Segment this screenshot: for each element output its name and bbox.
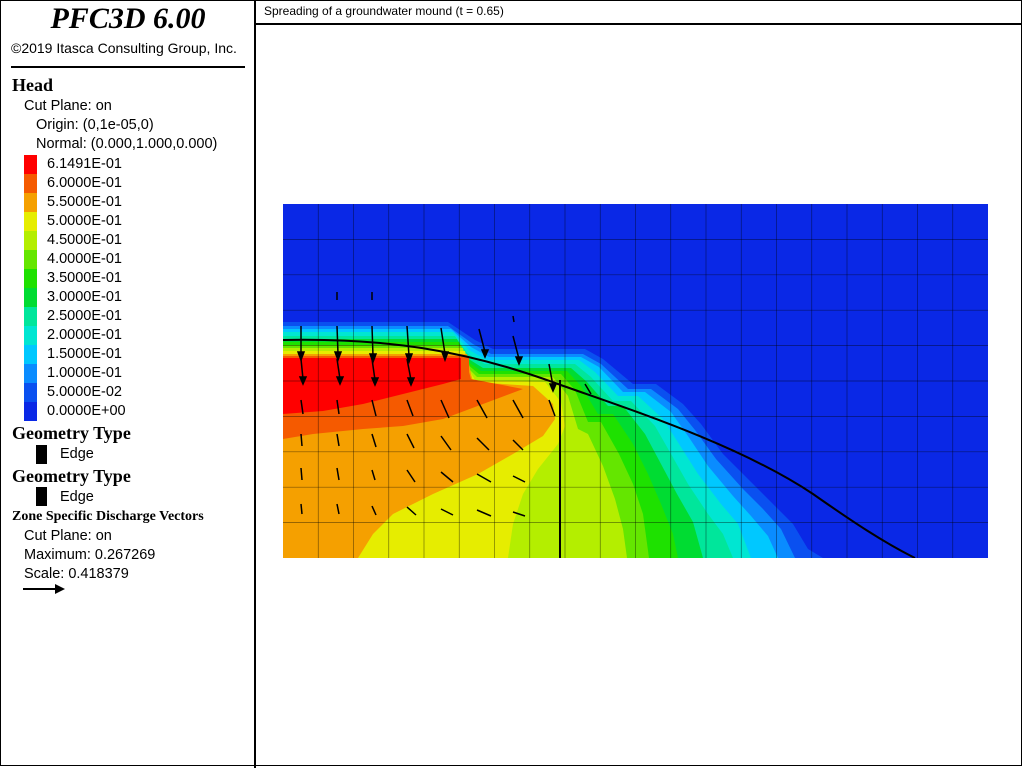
contour-label: 3.5000E-01 <box>47 270 122 286</box>
head-normal: Normal: (0.000,1.000,0.000) <box>36 136 218 152</box>
contour-swatch <box>24 212 37 231</box>
contour-label: 4.0000E-01 <box>47 251 122 267</box>
contour-swatch <box>24 269 37 288</box>
contour-plot <box>283 204 988 558</box>
title-divider <box>11 66 245 68</box>
contour-label: 2.5000E-01 <box>47 308 122 324</box>
contour-swatch <box>24 174 37 193</box>
head-legend-heading: Head <box>12 75 54 95</box>
contour-swatch <box>24 250 37 269</box>
contour-label: 3.0000E-01 <box>47 289 122 305</box>
plot-title: Spreading of a groundwater mound (t = 0.… <box>264 4 504 18</box>
discharge-scale: Scale: 0.418379 <box>24 566 129 582</box>
contour-label: 1.0000E-01 <box>47 365 122 381</box>
discharge-cut-plane: Cut Plane: on <box>24 528 112 544</box>
legend-panel: PFC3D 6.00 ©2019 Itasca Consulting Group… <box>0 0 256 768</box>
contour-swatch <box>24 345 37 364</box>
contour-label: 1.5000E-01 <box>47 346 122 362</box>
geometry-edge-label-1: Edge <box>60 446 94 462</box>
contour-swatch <box>24 288 37 307</box>
contour-swatch <box>24 155 37 174</box>
contour-label: 5.0000E-02 <box>47 384 122 400</box>
contour-label: 6.0000E-01 <box>47 175 122 191</box>
contour-label: 2.0000E-01 <box>47 327 122 343</box>
contour-label: 0.0000E+00 <box>47 403 126 419</box>
app-title: PFC3D 6.00 <box>50 2 206 35</box>
head-contour-canvas <box>283 204 988 558</box>
mesh-grid <box>283 204 988 558</box>
contour-swatch <box>24 193 37 212</box>
edge-swatch-1 <box>36 445 47 464</box>
contour-swatch <box>24 364 37 383</box>
copyright-text: ©2019 Itasca Consulting Group, Inc. <box>11 40 237 56</box>
contour-swatch <box>24 326 37 345</box>
geometry-type-heading-1: Geometry Type <box>12 423 131 443</box>
head-cut-plane: Cut Plane: on <box>24 98 112 114</box>
contour-label: 5.0000E-01 <box>47 213 122 229</box>
contour-swatch <box>24 402 37 421</box>
contour-swatch <box>24 231 37 250</box>
head-origin: Origin: (0,1e-05,0) <box>36 117 154 133</box>
contour-swatch <box>24 307 37 326</box>
edge-swatch-2 <box>36 487 47 506</box>
discharge-vectors-heading: Zone Specific Discharge Vectors <box>12 509 204 524</box>
geometry-edge-label-2: Edge <box>60 489 94 505</box>
geometry-type-heading-2: Geometry Type <box>12 466 131 486</box>
contour-label: 6.1491E-01 <box>47 156 122 172</box>
discharge-maximum: Maximum: 0.267269 <box>24 547 156 563</box>
contour-label: 5.5000E-01 <box>47 194 122 210</box>
contour-swatch <box>24 383 37 402</box>
vector-scale-arrow-icon <box>23 584 65 594</box>
plot-header-bar: Spreading of a groundwater mound (t = 0.… <box>256 0 1022 25</box>
contour-label: 4.5000E-01 <box>47 232 122 248</box>
